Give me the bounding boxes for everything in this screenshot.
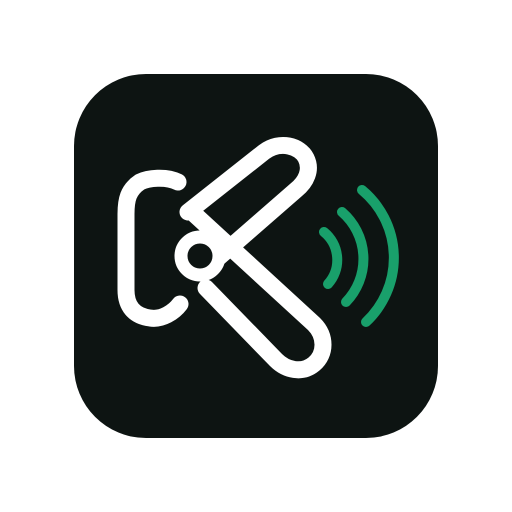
icon-canvas bbox=[0, 0, 512, 512]
app-logo-svg bbox=[74, 74, 438, 438]
app-logo-icon bbox=[74, 74, 438, 438]
k-center-node-icon bbox=[174, 230, 226, 282]
